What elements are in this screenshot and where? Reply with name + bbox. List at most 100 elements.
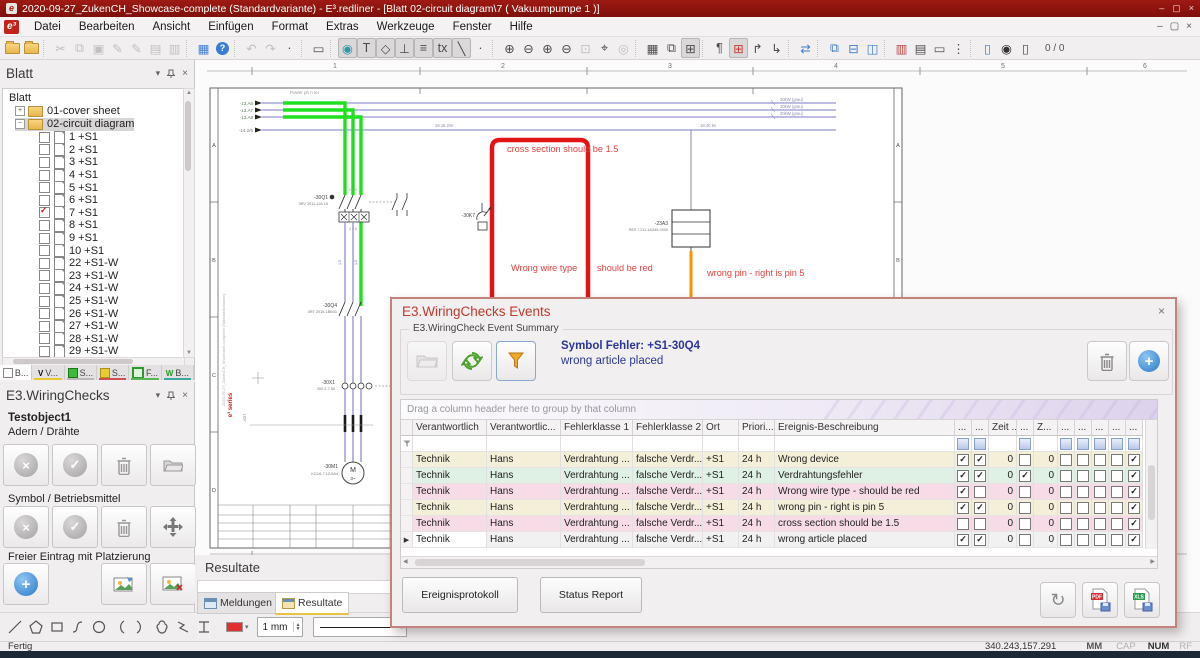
checkbox-unchecked-icon[interactable]	[1111, 533, 1123, 546]
free-entry-add-button[interactable]: +	[3, 563, 49, 605]
tree-page-item[interactable]: ✓ 7 +S1	[39, 205, 98, 220]
cut-icon[interactable]: ✂	[51, 38, 70, 58]
pin-icon[interactable]	[167, 391, 176, 400]
checkbox-unchecked-icon[interactable]	[1060, 469, 1072, 482]
table-cell[interactable]: Hans	[487, 516, 561, 532]
free-entry-image-button[interactable]	[101, 563, 147, 605]
tree-page-item[interactable]: 4 +S1	[39, 168, 98, 182]
redo-icon[interactable]: ↷	[261, 38, 280, 58]
dialog-refresh-button[interactable]: ↻	[1040, 582, 1076, 618]
zoom-in-icon[interactable]: ⊕	[500, 38, 519, 58]
table-cell-number[interactable]: 0	[989, 500, 1017, 516]
checkbox-unchecked-icon[interactable]	[974, 485, 986, 498]
filter-chip-icon[interactable]	[1094, 437, 1106, 450]
width-down-icon[interactable]: ▼	[296, 627, 301, 632]
filter-chip-icon[interactable]	[1019, 437, 1031, 450]
table-row[interactable]: Technik Hans Verdrahtung ... falsche Verdr.…	[401, 452, 1143, 468]
import-document-icon[interactable]	[22, 38, 41, 58]
table-cell[interactable]: falsche Verdr...	[633, 484, 703, 500]
checkbox-checked-icon[interactable]: ✓	[1128, 501, 1140, 514]
highlight-tool-icon[interactable]: ◉	[338, 38, 357, 58]
symbols-reject-button[interactable]: ×	[3, 506, 49, 548]
table-cell[interactable]: Hans	[487, 484, 561, 500]
table-vertical-scrollbar[interactable]	[1145, 420, 1157, 549]
copy-icon[interactable]: ⧉	[70, 38, 89, 58]
column-header[interactable]: ...	[1109, 420, 1126, 436]
table-cell[interactable]: Verdrahtung ...	[561, 532, 633, 548]
format-brush-2-icon[interactable]: ✎	[127, 38, 146, 58]
table-cell[interactable]: Verdrahtungsfehler	[775, 468, 955, 484]
table-cell-number[interactable]: 0	[989, 452, 1017, 468]
module-red-icon[interactable]: ▥	[892, 38, 911, 58]
page-checkbox[interactable]	[39, 219, 50, 231]
menu-hilfe[interactable]: Hilfe	[501, 20, 542, 34]
zoom-frame-icon[interactable]: ⊡	[576, 38, 595, 58]
page-checkbox[interactable]	[39, 131, 50, 143]
table-cell[interactable]: Verdrahtung ...	[561, 500, 633, 516]
tree-page-item[interactable]: 27 +S1-W	[39, 319, 118, 333]
tree-page-item[interactable]: 1 +S1	[39, 130, 98, 144]
checkbox-unchecked-icon[interactable]	[1111, 453, 1123, 466]
summary-refresh-button[interactable]	[452, 341, 492, 381]
filter-chip-icon[interactable]	[1077, 437, 1089, 450]
sheet-windows-icon[interactable]: ⧉	[662, 38, 681, 58]
checkbox-checked-icon[interactable]: ✓	[1128, 533, 1140, 546]
column-header[interactable]: ...	[1126, 420, 1143, 436]
arc2-shape-icon[interactable]	[132, 618, 150, 636]
symbols-move-button[interactable]	[150, 506, 196, 548]
checkbox-unchecked-icon[interactable]	[1094, 453, 1106, 466]
menu-bearbeiten[interactable]: Bearbeiten	[70, 20, 144, 34]
checkbox-unchecked-icon[interactable]	[1077, 469, 1089, 482]
menu-datei[interactable]: Datei	[25, 20, 70, 34]
checkbox-unchecked-icon[interactable]	[1077, 501, 1089, 514]
column-header[interactable]: Fehlerklasse 2	[633, 420, 703, 436]
panel-tab-F[interactable]: F...	[129, 365, 162, 380]
table-cell[interactable]: Technik	[413, 500, 487, 516]
checkbox-checked-icon[interactable]: ✓	[974, 453, 986, 466]
line-width-stepper[interactable]: 1 mm ▲ ▼	[256, 617, 304, 637]
table-cell-number[interactable]: 0	[989, 532, 1017, 548]
format-brush-icon[interactable]: ✎	[108, 38, 127, 58]
table-cell-number[interactable]: 0	[1034, 452, 1058, 468]
checkbox-unchecked-icon[interactable]	[1094, 533, 1106, 546]
pin-icon[interactable]	[167, 69, 176, 78]
panel-close-icon[interactable]: ×	[182, 68, 188, 79]
restore-icon[interactable]: ▢	[1172, 3, 1181, 14]
table-cell-number[interactable]: 0	[989, 484, 1017, 500]
checkbox-unchecked-icon[interactable]	[1077, 485, 1089, 498]
snap-grid-icon[interactable]: ⊞	[681, 38, 700, 58]
checkbox-checked-icon[interactable]: ✓	[957, 469, 969, 482]
page-checkbox[interactable]	[39, 282, 50, 294]
checkbox-unchecked-icon[interactable]	[1060, 485, 1072, 498]
page-checkbox[interactable]	[39, 295, 50, 307]
table-row[interactable]: Technik Hans Verdrahtung ... falsche Verdr.…	[401, 516, 1143, 532]
zoom-enlarge-icon[interactable]: ⊕	[538, 38, 557, 58]
table-cell-number[interactable]: 0	[1034, 516, 1058, 532]
wires-open-button[interactable]	[150, 444, 196, 486]
table-cell[interactable]: +S1	[703, 484, 739, 500]
table-horizontal-scrollbar[interactable]: ◀ ▶	[401, 556, 1157, 568]
expand-icon[interactable]: +	[15, 106, 25, 117]
tree-page-item[interactable]: 28 +S1-W	[39, 332, 118, 346]
table-cell[interactable]: 24 h	[739, 500, 775, 516]
filter-chip-icon[interactable]	[974, 437, 986, 450]
column-header[interactable]: ...	[1017, 420, 1034, 436]
paste-format-icon[interactable]: ▥	[165, 38, 184, 58]
table-cell[interactable]: 24 h	[739, 516, 775, 532]
panel-tab-B[interactable]: W B...	[161, 365, 194, 380]
table-cell[interactable]: Wrong wire type - should be red	[775, 484, 955, 500]
checkbox-unchecked-icon[interactable]	[1077, 517, 1089, 530]
dimension-shape-icon[interactable]	[195, 618, 213, 636]
checkbox-unchecked-icon[interactable]	[1060, 517, 1072, 530]
open-document-icon[interactable]	[3, 38, 22, 58]
table-cell-number[interactable]: 0	[1034, 500, 1058, 516]
free-entry-image-place-button[interactable]	[150, 563, 196, 605]
checkbox-checked-icon[interactable]: ✓	[1128, 485, 1140, 498]
checkbox-unchecked-icon[interactable]	[974, 517, 986, 530]
page-checkbox[interactable]	[39, 232, 50, 244]
page-checkbox[interactable]	[39, 270, 50, 282]
tree-root[interactable]: Blatt	[9, 92, 31, 105]
menu-werkzeuge[interactable]: Werkzeuge	[368, 20, 444, 34]
grid-icon[interactable]: ▦	[643, 38, 662, 58]
mdi-close-icon[interactable]: ×	[1186, 21, 1192, 32]
